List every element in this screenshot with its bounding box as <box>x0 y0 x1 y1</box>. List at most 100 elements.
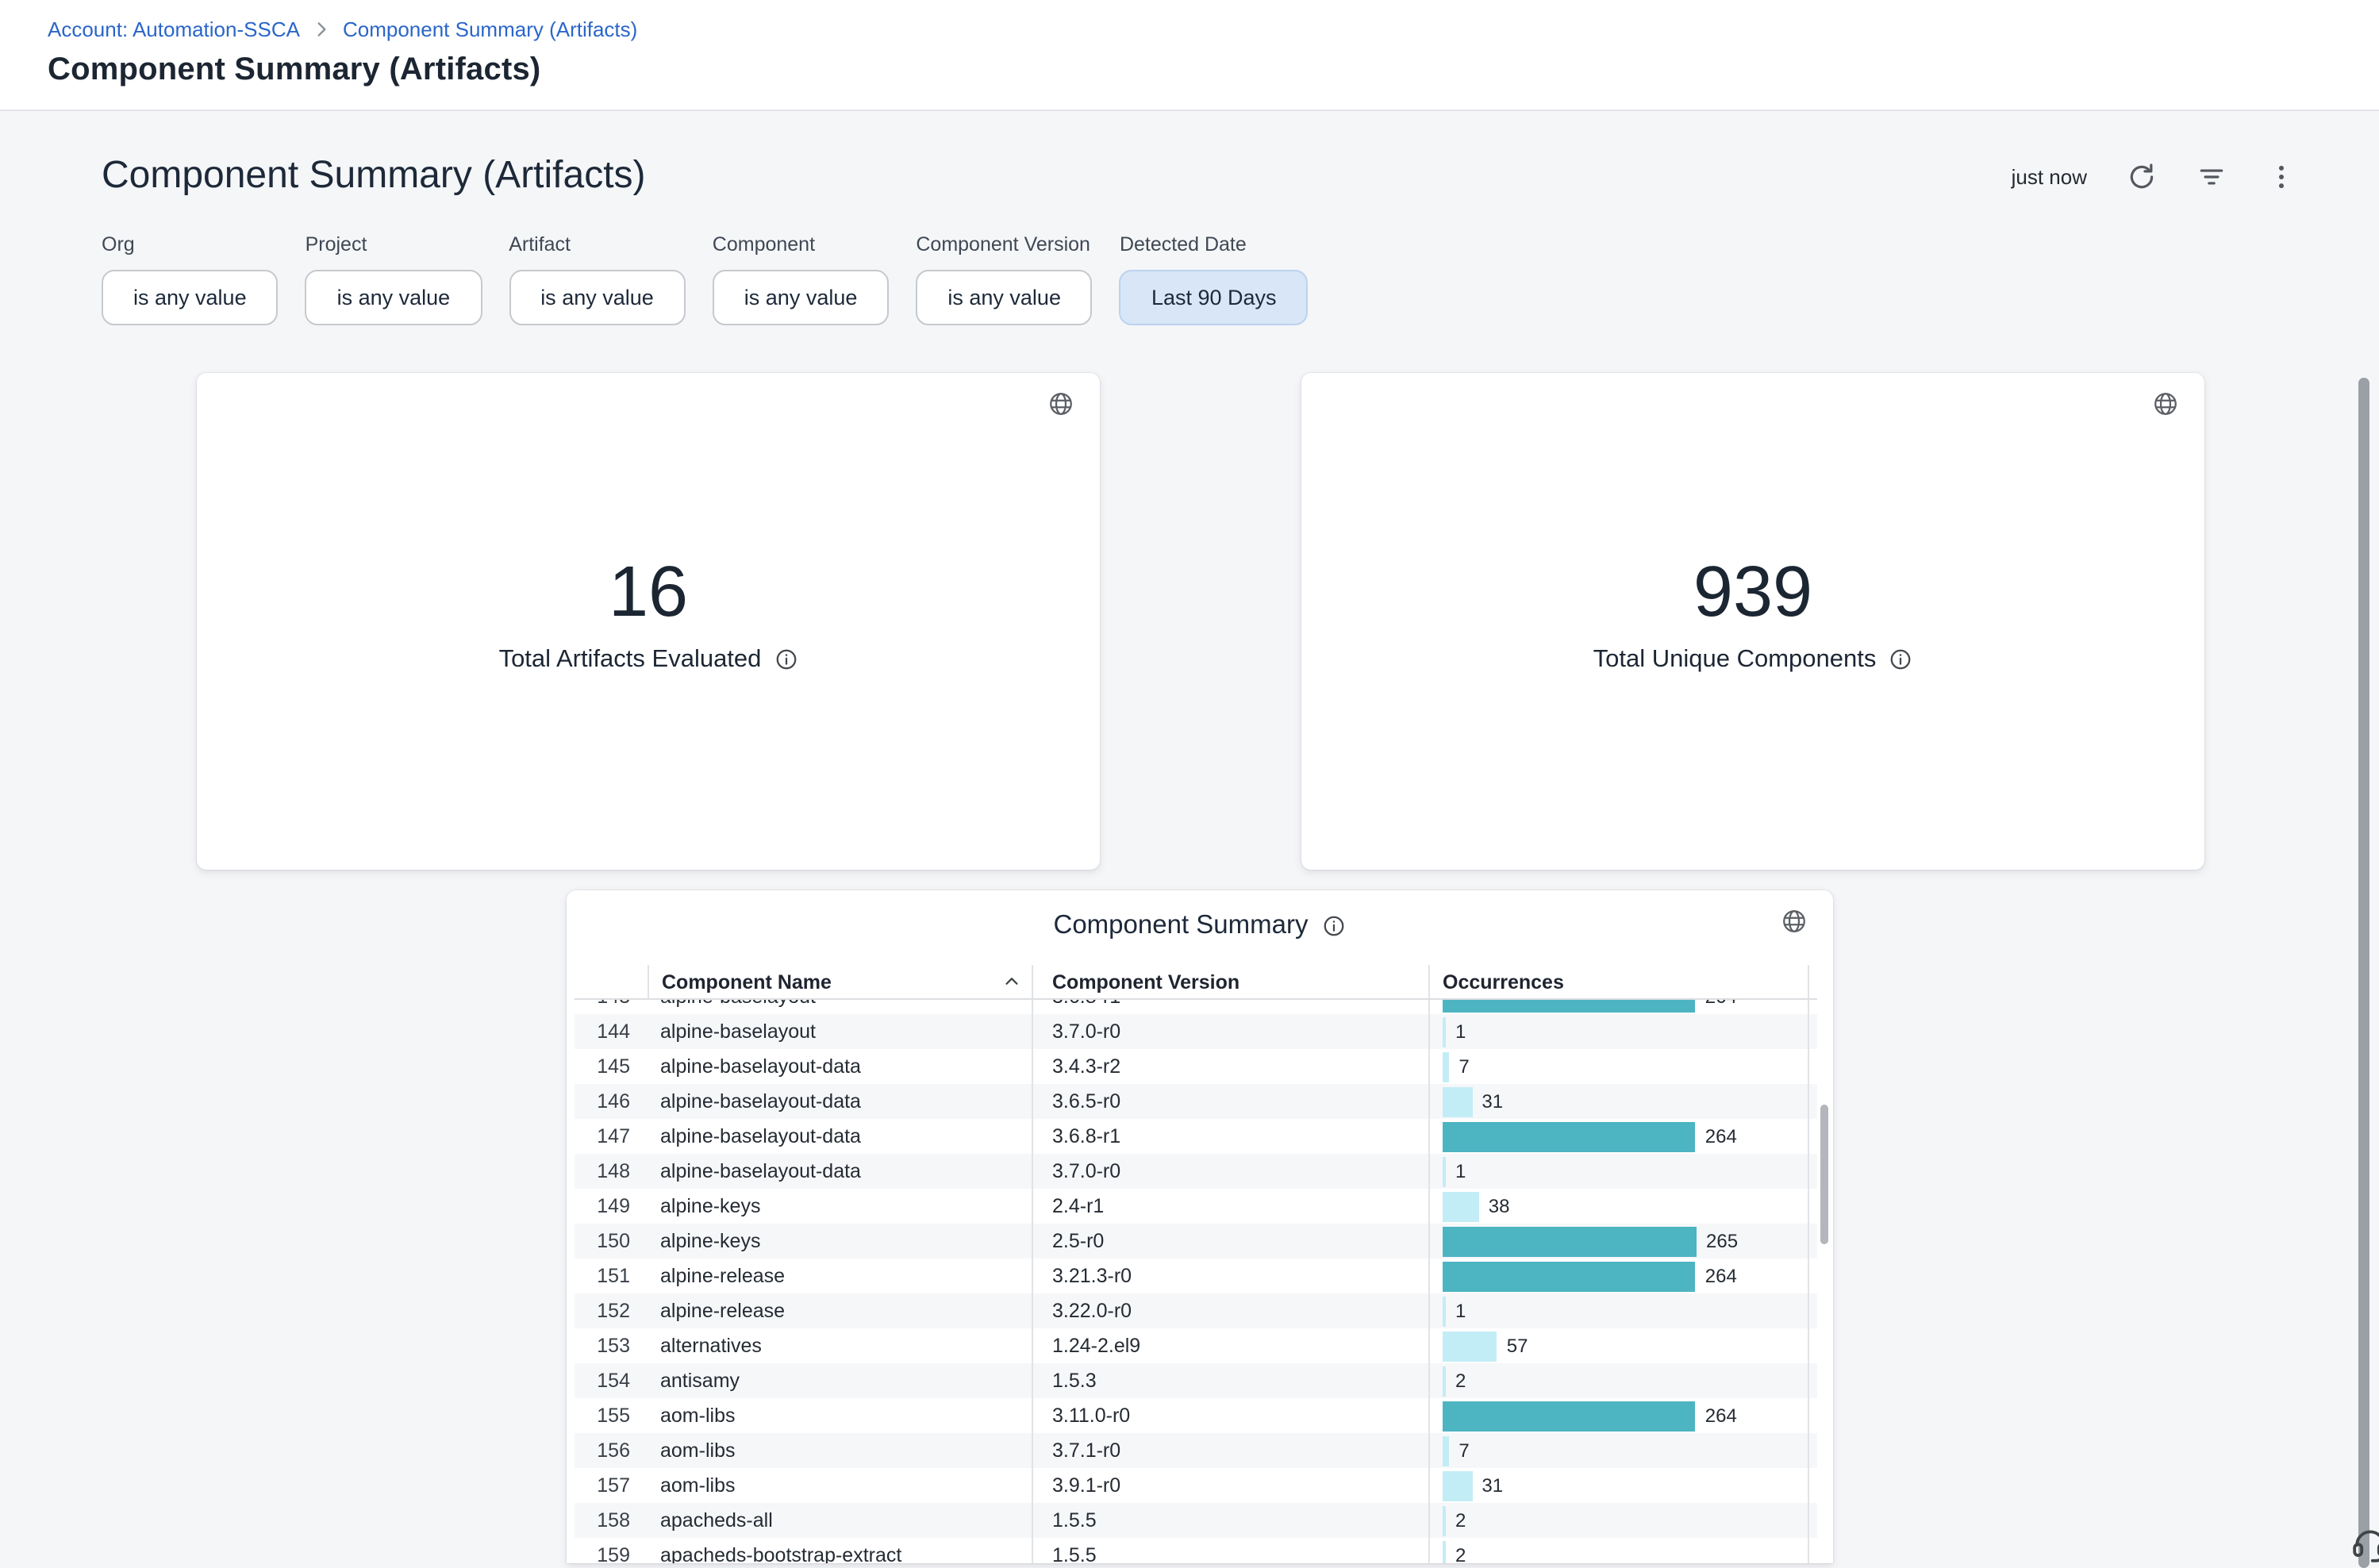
occurrences-cell: 38 <box>1428 1189 1809 1224</box>
info-icon[interactable] <box>1889 648 1912 671</box>
last-refreshed-text: just now <box>2012 164 2087 188</box>
table-row[interactable]: 147 alpine-baselayout-data 3.6.8-r1 264 <box>575 1119 1817 1154</box>
table-row[interactable]: 146 alpine-baselayout-data 3.6.5-r0 31 <box>575 1084 1817 1119</box>
table-row[interactable]: 151 alpine-release 3.21.3-r0 264 <box>575 1259 1817 1293</box>
component-version-cell: 1.5.3 <box>1032 1363 1428 1398</box>
component-name-cell: alpine-baselayout-data <box>648 1055 1032 1078</box>
occurrences-cell: 264 <box>1428 1000 1809 1014</box>
table-body-viewport: 143 alpine-baselayout 3.6.8-r1 264 144 a… <box>575 1000 1817 1563</box>
table-row[interactable]: 154 antisamy 1.5.3 2 <box>575 1363 1817 1398</box>
filter-org-value-button[interactable]: is any value <box>102 270 279 325</box>
kebab-menu-icon[interactable] <box>2266 161 2296 191</box>
info-icon[interactable] <box>1322 914 1346 938</box>
row-index: 147 <box>575 1125 648 1147</box>
row-index: 154 <box>575 1370 648 1392</box>
dashboard-area: Component Summary (Artifacts) just now O… <box>0 111 2379 1568</box>
page-title: Component Summary (Artifacts) <box>48 52 2379 89</box>
row-index: 159 <box>575 1544 648 1563</box>
occurrence-bar <box>1443 1366 1446 1396</box>
occurrence-value: 1 <box>1455 1300 1466 1322</box>
component-version-cell: 3.22.0-r0 <box>1032 1293 1428 1328</box>
filter-component-value-button[interactable]: is any value <box>713 270 890 325</box>
column-header-occurrences[interactable]: Occurrences <box>1428 965 1809 998</box>
component-version-header-label: Component Version <box>1052 970 1239 993</box>
occurrences-cell: 31 <box>1428 1468 1809 1503</box>
column-header-component-name[interactable]: Component Name <box>648 965 1032 998</box>
total-artifacts-card: 16 Total Artifacts Evaluated <box>197 373 1100 870</box>
dashboard-title: Component Summary (Artifacts) <box>102 154 646 198</box>
occurrence-value: 264 <box>1705 1000 1737 1008</box>
filter-detected-date-value-button[interactable]: Last 90 Days <box>1120 270 1309 325</box>
occurrences-cell: 7 <box>1428 1049 1809 1084</box>
filter-artifact-value-button[interactable]: is any value <box>509 270 686 325</box>
occurrence-value: 57 <box>1507 1335 1528 1357</box>
occurrences-cell: 264 <box>1428 1119 1809 1154</box>
table-row[interactable]: 157 aom-libs 3.9.1-r0 31 <box>575 1468 1817 1503</box>
occurrence-bar <box>1443 1156 1446 1186</box>
filter-component-version-value-button[interactable]: is any value <box>916 270 1093 325</box>
total-components-card: 939 Total Unique Components <box>1301 373 2204 870</box>
breadcrumb-account-link[interactable]: Account: Automation-SSCA <box>48 17 300 41</box>
component-name-cell: alternatives <box>648 1335 1032 1357</box>
refresh-icon[interactable] <box>2127 161 2157 191</box>
row-index: 150 <box>575 1230 648 1252</box>
occurrence-bar <box>1443 1331 1497 1361</box>
component-version-cell: 3.7.0-r0 <box>1032 1014 1428 1049</box>
component-version-cell: 1.5.5 <box>1032 1538 1428 1563</box>
help-headset-icon[interactable] <box>2349 1522 2379 1565</box>
breadcrumb-page-link[interactable]: Component Summary (Artifacts) <box>343 17 637 41</box>
occurrences-cell: 1 <box>1428 1154 1809 1189</box>
globe-icon[interactable] <box>1047 390 1074 417</box>
table-row[interactable]: 145 alpine-baselayout-data 3.4.3-r2 7 <box>575 1049 1817 1084</box>
row-index: 143 <box>575 1000 648 1008</box>
component-name-cell: alpine-release <box>648 1265 1032 1287</box>
table-row[interactable]: 150 alpine-keys 2.5-r0 265 <box>575 1224 1817 1259</box>
component-version-cell: 3.7.1-r0 <box>1032 1433 1428 1468</box>
occurrence-value: 264 <box>1705 1125 1737 1147</box>
table-row[interactable]: 143 alpine-baselayout 3.6.8-r1 264 <box>575 1000 1817 1014</box>
table-row[interactable]: 156 aom-libs 3.7.1-r0 7 <box>575 1433 1817 1468</box>
table-row[interactable]: 153 alternatives 1.24-2.el9 57 <box>575 1328 1817 1363</box>
component-summary-card: Component Summary Component Name Compon <box>567 890 1833 1563</box>
globe-icon[interactable] <box>2152 390 2179 417</box>
row-index: 151 <box>575 1265 648 1287</box>
component-name-cell: aom-libs <box>648 1439 1032 1462</box>
component-version-cell: 3.7.0-r0 <box>1032 1154 1428 1189</box>
occurrence-value: 31 <box>1482 1474 1503 1497</box>
column-header-component-version[interactable]: Component Version <box>1032 965 1428 998</box>
table-rows: 143 alpine-baselayout 3.6.8-r1 264 144 a… <box>575 1000 1817 1563</box>
occurrence-bar <box>1443 1505 1446 1535</box>
occurrence-bar <box>1443 1086 1472 1116</box>
sort-ascending-icon[interactable] <box>1003 973 1020 990</box>
occurrence-bar <box>1443 1000 1696 1012</box>
component-name-cell: apacheds-bootstrap-extract <box>648 1544 1032 1563</box>
component-version-cell: 1.5.5 <box>1032 1503 1428 1538</box>
page-scrollbar-thumb[interactable] <box>2358 378 2369 1568</box>
table-row[interactable]: 152 alpine-release 3.22.0-r0 1 <box>575 1293 1817 1328</box>
table-row[interactable]: 158 apacheds-all 1.5.5 2 <box>575 1503 1817 1538</box>
table-scrollbar-thumb[interactable] <box>1820 1105 1828 1244</box>
occurrence-bar <box>1443 1017 1446 1047</box>
row-index: 156 <box>575 1439 648 1462</box>
component-version-cell: 2.4-r1 <box>1032 1189 1428 1224</box>
occurrences-cell: 2 <box>1428 1363 1809 1398</box>
table-row[interactable]: 148 alpine-baselayout-data 3.7.0-r0 1 <box>575 1154 1817 1189</box>
info-icon[interactable] <box>774 648 797 671</box>
filter-detected-date: Detected Date Last 90 Days <box>1120 233 1309 325</box>
globe-icon[interactable] <box>1781 908 1808 935</box>
occurrence-value: 264 <box>1705 1265 1737 1287</box>
occurrences-cell: 31 <box>1428 1084 1809 1119</box>
filter-project-value-button[interactable]: is any value <box>306 270 482 325</box>
filter-icon[interactable] <box>2196 161 2227 191</box>
occurrence-bar <box>1443 1051 1449 1082</box>
table-row[interactable]: 159 apacheds-bootstrap-extract 1.5.5 2 <box>575 1538 1817 1563</box>
occurrences-cell: 2 <box>1428 1538 1809 1563</box>
occurrences-cell: 1 <box>1428 1014 1809 1049</box>
table-row[interactable]: 149 alpine-keys 2.4-r1 38 <box>575 1189 1817 1224</box>
row-index: 153 <box>575 1335 648 1357</box>
table-row[interactable]: 155 aom-libs 3.11.0-r0 264 <box>575 1398 1817 1433</box>
component-name-cell: alpine-baselayout-data <box>648 1125 1032 1147</box>
total-components-label: Total Unique Components <box>1593 645 1877 674</box>
component-version-cell: 3.11.0-r0 <box>1032 1398 1428 1433</box>
table-row[interactable]: 144 alpine-baselayout 3.7.0-r0 1 <box>575 1014 1817 1049</box>
